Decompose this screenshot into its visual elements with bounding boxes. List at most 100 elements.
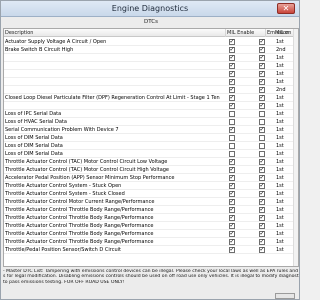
mil-on-value[interactable]: 1st xyxy=(276,190,284,198)
table-row[interactable]: Loss of DIM Serial Data 1st xyxy=(4,134,298,142)
mil-on-value[interactable]: 1st xyxy=(276,38,284,46)
mil-on-value[interactable]: 1st xyxy=(276,54,284,62)
mil-on-value[interactable]: 1st xyxy=(276,78,284,86)
emission-checkbox[interactable] xyxy=(259,135,265,141)
mil-enable-checkbox[interactable] xyxy=(229,102,235,110)
table-row[interactable]: 1st xyxy=(4,78,298,86)
mil-enable-checkbox[interactable] xyxy=(229,54,235,62)
mil-on-value[interactable]: 1st xyxy=(276,70,284,78)
emission-checkbox[interactable] xyxy=(259,70,265,78)
mil-on-value[interactable]: 1st xyxy=(276,182,284,190)
table-row[interactable]: Actuator Supply Voltage A Circuit / Open… xyxy=(4,38,298,46)
vertical-scrollbar[interactable] xyxy=(293,29,298,266)
mil-on-value[interactable]: 1st xyxy=(276,174,284,182)
table-row[interactable]: Throttle Actuator Control Throttle Body … xyxy=(4,222,298,230)
table-row[interactable]: Loss of DIM Serial Data 1st xyxy=(4,142,298,150)
table-row[interactable]: Loss of HVAC Serial Data 1st xyxy=(4,118,298,126)
table-row[interactable]: Throttle Actuator Control Throttle Body … xyxy=(4,238,298,246)
mil-enable-checkbox[interactable] xyxy=(229,143,235,149)
mil-enable-checkbox[interactable] xyxy=(229,222,235,230)
emission-checkbox[interactable] xyxy=(259,86,265,94)
table-row[interactable]: Throttle Actuator Control Throttle Body … xyxy=(4,214,298,222)
table-row[interactable]: Throttle Actuator Control System - Stuck… xyxy=(4,182,298,190)
mil-on-value[interactable]: 1st xyxy=(276,142,284,150)
mil-enable-checkbox[interactable] xyxy=(229,238,235,246)
mil-enable-checkbox[interactable] xyxy=(229,135,235,141)
mil-enable-checkbox[interactable] xyxy=(229,174,235,182)
table-row[interactable]: 1st xyxy=(4,54,298,62)
table-row[interactable]: 2nd xyxy=(4,86,298,94)
mil-on-value[interactable]: 1st xyxy=(276,230,284,238)
table-row[interactable]: 1st xyxy=(4,70,298,78)
mil-on-value[interactable]: 1st xyxy=(276,62,284,70)
emission-checkbox[interactable] xyxy=(259,126,265,134)
close-icon[interactable]: ✕ xyxy=(277,3,295,14)
mil-enable-checkbox[interactable] xyxy=(229,246,235,254)
emission-checkbox[interactable] xyxy=(259,78,265,86)
mil-enable-checkbox[interactable] xyxy=(229,78,235,86)
emission-checkbox[interactable] xyxy=(259,102,265,110)
mil-enable-checkbox[interactable] xyxy=(229,119,235,125)
mil-on-value[interactable]: 1st xyxy=(276,206,284,214)
mil-on-value[interactable]: 1st xyxy=(276,214,284,222)
emission-checkbox[interactable] xyxy=(259,54,265,62)
table-row[interactable]: Accelerator Pedal Position (APP) Sensor … xyxy=(4,174,298,182)
emission-checkbox[interactable] xyxy=(259,198,265,206)
mil-on-value[interactable]: 1st xyxy=(276,134,284,142)
mil-enable-checkbox[interactable] xyxy=(229,158,235,166)
emission-checkbox[interactable] xyxy=(259,230,265,238)
table-row[interactable]: Serial Communication Problem With Device… xyxy=(4,126,298,134)
emission-checkbox[interactable] xyxy=(259,166,265,174)
header-description[interactable]: Description xyxy=(4,29,226,37)
mil-on-value[interactable]: 2nd xyxy=(276,46,286,54)
table-row[interactable]: Loss of DIM Serial Data 1st xyxy=(4,150,298,158)
table-row[interactable]: Throttle Actuator Control Throttle Body … xyxy=(4,230,298,238)
table-row[interactable]: Throttle Actuator Control Motor Current … xyxy=(4,198,298,206)
mil-enable-checkbox[interactable] xyxy=(229,198,235,206)
emission-checkbox[interactable] xyxy=(259,111,265,117)
mil-on-value[interactable]: 1st xyxy=(276,150,284,158)
emission-checkbox[interactable] xyxy=(259,151,265,157)
emission-checkbox[interactable] xyxy=(259,38,265,46)
mil-enable-checkbox[interactable] xyxy=(229,182,235,190)
emission-checkbox[interactable] xyxy=(259,119,265,125)
mil-on-value[interactable]: 1st xyxy=(276,110,284,118)
mil-on-value[interactable]: 1st xyxy=(276,118,284,126)
emission-checkbox[interactable] xyxy=(259,94,265,102)
table-row[interactable]: Throttle Actuator Control Throttle Body … xyxy=(4,206,298,214)
mil-on-value[interactable]: 1st xyxy=(276,246,284,254)
table-row[interactable]: Throttle Actuator Control (TAC) Motor Co… xyxy=(4,158,298,166)
table-row[interactable]: Brake Switch B Circuit High 2nd xyxy=(4,46,298,54)
header-mil-enable[interactable]: MIL Enable xyxy=(226,29,266,37)
mil-on-value[interactable]: 1st xyxy=(276,238,284,246)
mil-on-value[interactable]: 1st xyxy=(276,94,284,102)
emission-checkbox[interactable] xyxy=(259,246,265,254)
table-row[interactable]: 1st xyxy=(4,102,298,110)
mil-enable-checkbox[interactable] xyxy=(229,190,235,198)
mil-enable-checkbox[interactable] xyxy=(229,126,235,134)
emission-checkbox[interactable] xyxy=(259,222,265,230)
table-row[interactable]: Closed Loop Diesel Particulate Filter (D… xyxy=(4,94,298,102)
table-row[interactable]: 1st xyxy=(4,62,298,70)
mil-enable-checkbox[interactable] xyxy=(229,94,235,102)
mil-enable-checkbox[interactable] xyxy=(229,206,235,214)
emission-checkbox[interactable] xyxy=(259,190,265,198)
mil-enable-checkbox[interactable] xyxy=(229,151,235,157)
mil-enable-checkbox[interactable] xyxy=(229,111,235,117)
mil-on-value[interactable]: 1st xyxy=(276,222,284,230)
emission-checkbox[interactable] xyxy=(259,62,265,70)
mil-enable-checkbox[interactable] xyxy=(229,62,235,70)
emission-checkbox[interactable] xyxy=(259,174,265,182)
emission-checkbox[interactable] xyxy=(259,46,265,54)
table-row[interactable]: Throttle/Pedal Position Sensor/Switch D … xyxy=(4,246,298,254)
table-row[interactable]: Throttle Actuator Control (TAC) Motor Co… xyxy=(4,166,298,174)
emission-checkbox[interactable] xyxy=(259,238,265,246)
table-row[interactable]: Loss of IPC Serial Data 1st xyxy=(4,110,298,118)
mil-enable-checkbox[interactable] xyxy=(229,38,235,46)
emission-checkbox[interactable] xyxy=(259,143,265,149)
emission-checkbox[interactable] xyxy=(259,182,265,190)
mil-enable-checkbox[interactable] xyxy=(229,86,235,94)
mil-on-value[interactable]: 1st xyxy=(276,166,284,174)
mil-enable-checkbox[interactable] xyxy=(229,46,235,54)
mil-enable-checkbox[interactable] xyxy=(229,70,235,78)
